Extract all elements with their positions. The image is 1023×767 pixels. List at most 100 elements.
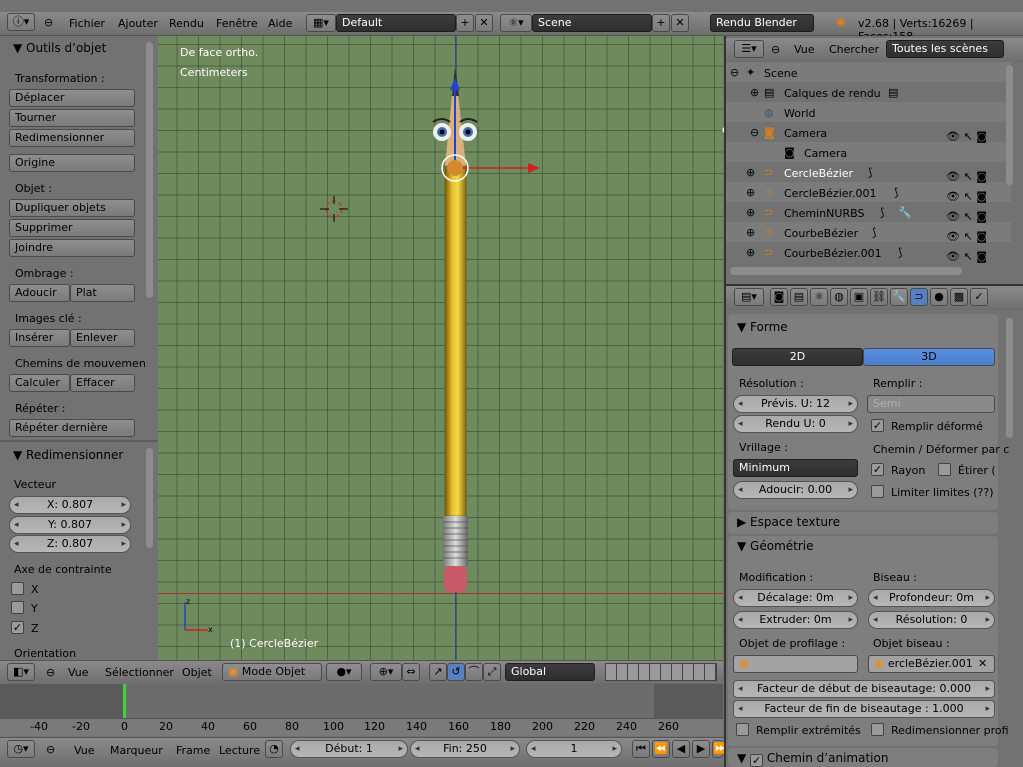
outliner-item[interactable]: ⊕ ⊃ CercleBézier.001 ⟆ (746, 185, 946, 203)
fill-dropdown[interactable]: Semi (867, 395, 995, 413)
material-tab-icon[interactable]: ● (930, 288, 948, 306)
scale-manipulator-icon[interactable]: ⌒ (465, 663, 483, 681)
shape-panel-title[interactable]: ▼ Forme (737, 320, 788, 334)
menu-fichier[interactable]: Fichier (69, 17, 105, 30)
expand-toggle-icon[interactable]: ⊕ (746, 185, 755, 201)
cursor-icon[interactable]: ↖ (963, 170, 972, 183)
menu-frame[interactable]: Frame (176, 744, 210, 757)
pivot-dropdown[interactable]: ⊕▾ (370, 663, 402, 681)
menu-ajouter[interactable]: Ajouter (118, 17, 158, 30)
bounds-clamp-checkbox[interactable] (871, 485, 884, 498)
menu-aide[interactable]: Aide (268, 17, 292, 30)
editor-type-outliner-icon[interactable]: ☰▾ (734, 40, 764, 58)
shading-dropdown[interactable]: ●▾ (326, 663, 362, 681)
camera-render-icon[interactable]: ◙ (976, 170, 987, 183)
play-reverse-icon[interactable]: ◀ (672, 740, 690, 758)
expand-toggle-icon[interactable]: ⊕ (746, 245, 755, 261)
scene-icon[interactable]: ⚛▾ (500, 14, 532, 32)
bevel-depth-field[interactable]: Profondeur: 0m (868, 589, 995, 607)
layers-grid[interactable] (605, 663, 717, 681)
editor-type-info-icon[interactable]: ⓘ▾ (7, 13, 35, 31)
expand-toggle-icon[interactable]: ⊕ (746, 225, 755, 241)
preview-range-icon[interactable]: ◔ (265, 740, 283, 758)
cursor-icon[interactable]: ↖ (963, 210, 972, 223)
outliner-hscrollbar[interactable] (730, 267, 962, 275)
camera-render-icon[interactable]: ◙ (976, 230, 987, 243)
move-button[interactable]: Déplacer (9, 89, 135, 107)
scale-y-field[interactable]: Y: 0.807 (9, 516, 131, 534)
object-tab-icon[interactable]: ▣ (850, 288, 868, 306)
eye-icon[interactable]: 👁 (946, 250, 960, 263)
path-animation-title[interactable]: ▼ ✓ Chemin d’animation (737, 751, 888, 767)
outliner-item[interactable]: ⊖ ◙ Camera (750, 125, 950, 143)
texture-tab-icon[interactable]: ▩ (950, 288, 968, 306)
outliner-item[interactable]: ⊕ ⊃ CercleBézier ⟆ (746, 165, 946, 183)
camera-render-icon[interactable]: ◙ (976, 190, 987, 203)
add-scene-button[interactable]: + (652, 14, 670, 32)
outliner-vscrollbar[interactable] (1006, 65, 1013, 185)
prev-key-icon[interactable]: ⏪ (652, 740, 670, 758)
2d-toggle[interactable]: 2D (732, 348, 863, 366)
collapse-timeline-icon[interactable]: ⊖ (46, 742, 55, 758)
end-frame-field[interactable]: Fin: 250 (410, 740, 520, 758)
current-frame-field[interactable]: 1 (526, 740, 622, 758)
scene-tab-icon[interactable]: ⚛ (810, 288, 828, 306)
clear-bevel-object-icon[interactable]: ✕ (978, 656, 987, 672)
scale-z-field[interactable]: Z: 0.807 (9, 535, 131, 553)
geometry-panel-title[interactable]: ▼ Géométrie (737, 539, 814, 553)
smooth-field[interactable]: Adoucir: 0.00 (733, 481, 858, 499)
axis-z-checkbox[interactable]: ✓ (11, 621, 24, 634)
fill-caps-checkbox[interactable] (736, 723, 749, 736)
render-tab-icon[interactable]: ◙ (770, 288, 788, 306)
clear-button[interactable]: Effacer (70, 374, 135, 392)
menu-lecture[interactable]: Lecture (219, 744, 260, 757)
layout-icon[interactable]: ▦▾ (306, 14, 336, 32)
collapse-menu-icon[interactable]: ⊖ (46, 665, 55, 681)
start-frame-field[interactable]: Début: 1 (290, 740, 408, 758)
texture-space-title[interactable]: ▶ Espace texture (737, 515, 840, 529)
transform-manipulator[interactable] (438, 76, 558, 186)
offset-field[interactable]: Décalage: 0m (733, 589, 858, 607)
stretch-checkbox[interactable] (938, 463, 951, 476)
cursor-icon[interactable]: ↖ (963, 130, 972, 143)
move-manipulator-icon[interactable]: ⤢ (483, 663, 501, 681)
add-layout-button[interactable]: + (456, 14, 474, 32)
operator-panel-title[interactable]: ▼ Redimensionner (13, 448, 123, 462)
tools-panel-title[interactable]: ▼ Outils d’objet (13, 41, 106, 55)
play-icon[interactable]: ▶ (692, 740, 710, 758)
eye-icon[interactable]: 👁 (946, 130, 960, 143)
3d-cursor-icon[interactable] (316, 196, 356, 224)
scene-dropdown[interactable]: Scene (532, 14, 652, 32)
remove-scene-button[interactable]: ✕ (671, 14, 689, 32)
extrude-field[interactable]: Extruder: 0m (733, 611, 858, 629)
eye-icon[interactable]: 👁 (946, 230, 960, 243)
next-key-icon[interactable]: ⏩ (712, 740, 727, 758)
cursor-icon[interactable]: ↖ (963, 250, 972, 263)
collapse-icon[interactable]: ⊖ (44, 15, 53, 31)
menu-selectionner[interactable]: Sélectionner (105, 666, 174, 679)
mode-dropdown[interactable]: ▣ Mode Objet (222, 663, 322, 681)
render-u-field[interactable]: Rendu U: 0 (733, 415, 858, 433)
axis-x-checkbox[interactable] (11, 582, 24, 595)
join-button[interactable]: Joindre (9, 239, 135, 257)
outliner-item[interactable]: ⊕ ⊃ CheminNURBS ⟆ 🔧 (746, 205, 946, 223)
eye-icon[interactable]: 👁 (946, 170, 960, 183)
camera-render-icon[interactable]: ◙ (976, 210, 987, 223)
camera-render-icon[interactable]: ◙ (976, 130, 987, 143)
outliner-menu-search[interactable]: Chercher (829, 43, 879, 56)
translate-manipulator-icon[interactable]: ↗ (429, 663, 447, 681)
origin-button[interactable]: Origine (9, 154, 135, 172)
remove-layout-button[interactable]: ✕ (475, 14, 493, 32)
collapse-toggle-icon[interactable]: ⊖ (750, 125, 759, 141)
bevel-object-field[interactable]: ▣ ercleBézier.001 (868, 655, 995, 673)
layers-tab-icon[interactable]: ▤ (790, 288, 808, 306)
map-taper-checkbox[interactable] (871, 723, 884, 736)
collapse-outliner-icon[interactable]: ⊖ (771, 42, 780, 58)
rotate-manipulator-icon[interactable]: ↺ (447, 663, 465, 681)
outliner-item[interactable]: ⊖ ✦ Scene (730, 65, 950, 83)
insert-keyframe-button[interactable]: Insérer (9, 329, 70, 347)
camera-render-icon[interactable]: ◙ (976, 250, 987, 263)
editor-type-timeline-icon[interactable]: ◷▾ (7, 740, 35, 758)
menu-timeline-vue[interactable]: Vue (74, 744, 95, 757)
bevel-resolution-field[interactable]: Résolution: 0 (868, 611, 995, 629)
